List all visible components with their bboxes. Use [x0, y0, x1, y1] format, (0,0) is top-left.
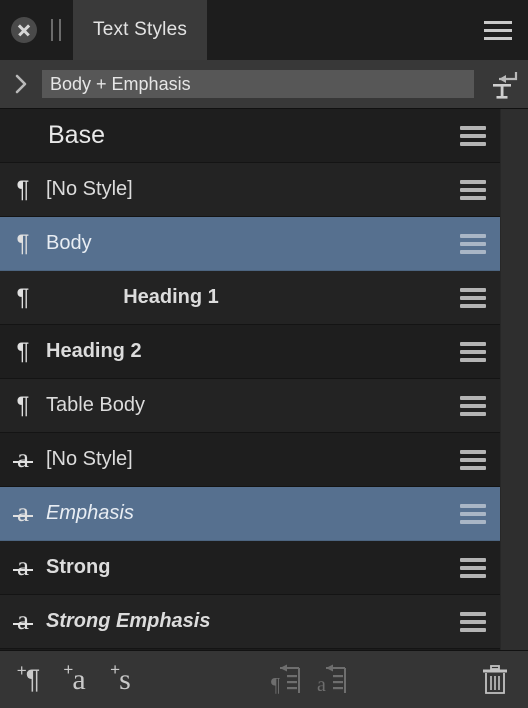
- style-row[interactable]: ¶ Heading 2: [0, 325, 500, 379]
- trash-icon: [483, 664, 507, 694]
- hamburger-menu-icon[interactable]: [484, 20, 512, 40]
- redefine-paragraph-style-button[interactable]: ¶: [264, 657, 310, 703]
- titlebar-spacer: [207, 0, 484, 60]
- style-list[interactable]: Base ¶ [No Style] ¶ Body ¶ Heading 1 ¶ Heading 2…: [0, 109, 500, 650]
- svg-text:a: a: [317, 674, 326, 696]
- drag-grip-icon[interactable]: [51, 19, 61, 41]
- char-s-icon: s: [119, 662, 131, 696]
- pilcrow-icon: ¶: [25, 664, 41, 694]
- current-style-value: Body + Emphasis: [50, 73, 191, 94]
- style-row[interactable]: ¶ [No Style]: [0, 163, 500, 217]
- style-name-label: Body: [46, 232, 92, 254]
- pilcrow-icon: ¶: [16, 337, 30, 365]
- row-drag-handle-icon[interactable]: [446, 395, 500, 416]
- style-name-label: Heading 1: [123, 286, 219, 308]
- char-a-icon: a: [72, 662, 86, 696]
- new-paragraph-style-button[interactable]: + ¶: [10, 657, 56, 703]
- char-a-icon: a: [0, 445, 46, 474]
- style-name-label: Emphasis: [46, 502, 134, 524]
- style-name-label: [No Style]: [46, 448, 133, 470]
- row-drag-handle-icon[interactable]: [446, 503, 500, 524]
- style-row[interactable]: Base: [0, 109, 500, 163]
- style-row[interactable]: ¶ Body: [0, 217, 500, 271]
- row-drag-handle-icon[interactable]: [446, 341, 500, 362]
- pilcrow-icon: ¶: [16, 391, 30, 419]
- delete-style-button[interactable]: [472, 657, 518, 703]
- style-row[interactable]: ¶ Table Body: [0, 379, 500, 433]
- style-name-label: Base: [48, 121, 105, 149]
- plus-icon: +: [110, 659, 121, 679]
- close-icon[interactable]: [11, 17, 37, 43]
- titlebar-left-controls: [0, 0, 61, 60]
- redefine-character-style-button[interactable]: a: [310, 657, 356, 703]
- pilcrow-icon: ¶: [16, 175, 30, 203]
- style-row[interactable]: a Emphasis: [0, 487, 500, 541]
- new-character-style-button[interactable]: + a: [56, 657, 102, 703]
- style-row[interactable]: a Strong: [0, 541, 500, 595]
- style-name-label: Strong: [46, 556, 111, 578]
- style-name-label: Table Body: [46, 394, 145, 416]
- style-name-label: Heading 2: [46, 340, 142, 362]
- text-styles-panel: Text Styles Body + Emphasis Base ¶ [No S…: [0, 0, 528, 708]
- plus-icon: +: [63, 659, 74, 679]
- row-drag-handle-icon[interactable]: [446, 287, 500, 308]
- style-list-area: Base ¶ [No Style] ¶ Body ¶ Heading 1 ¶ Heading 2…: [0, 109, 528, 650]
- style-row[interactable]: a Strong Emphasis: [0, 595, 500, 649]
- style-name-label: Strong Emphasis: [46, 610, 211, 632]
- pilcrow-icon: ¶: [16, 229, 30, 257]
- styles-toolbar: + ¶ + a + s ¶ a: [0, 650, 528, 708]
- style-name-label: [No Style]: [46, 178, 133, 200]
- row-drag-handle-icon[interactable]: [446, 233, 500, 254]
- style-row[interactable]: a [No Style]: [0, 433, 500, 487]
- new-line-style-button[interactable]: + s: [102, 657, 148, 703]
- svg-text:¶: ¶: [271, 674, 280, 696]
- row-drag-handle-icon[interactable]: [446, 611, 500, 632]
- pilcrow-icon: ¶: [16, 283, 30, 311]
- reset-text-format-icon[interactable]: [480, 64, 528, 104]
- char-a-icon: a: [0, 553, 46, 582]
- tab-label: Text Styles: [93, 19, 188, 40]
- row-drag-handle-icon[interactable]: [446, 125, 500, 146]
- row-drag-handle-icon[interactable]: [446, 179, 500, 200]
- char-a-icon: a: [0, 499, 46, 528]
- vertical-scrollbar[interactable]: [500, 109, 528, 650]
- style-row[interactable]: ¶ Heading 1: [0, 271, 500, 325]
- current-style-input[interactable]: Body + Emphasis: [42, 70, 474, 98]
- tab-text-styles[interactable]: Text Styles: [73, 0, 208, 60]
- panel-titlebar: Text Styles: [0, 0, 528, 60]
- row-drag-handle-icon[interactable]: [446, 557, 500, 578]
- plus-icon: +: [16, 661, 27, 680]
- char-a-icon: a: [0, 607, 46, 636]
- current-style-bar: Body + Emphasis: [0, 60, 528, 109]
- row-drag-handle-icon[interactable]: [446, 449, 500, 470]
- chevron-right-icon[interactable]: [0, 73, 42, 95]
